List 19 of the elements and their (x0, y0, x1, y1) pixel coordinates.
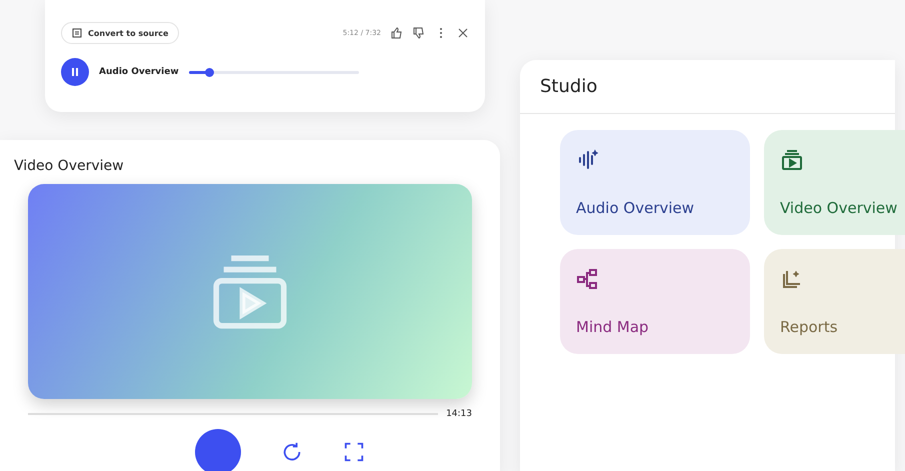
play-button[interactable] (195, 429, 241, 471)
thumbs-up-icon[interactable] (391, 27, 403, 39)
close-icon[interactable] (457, 27, 469, 39)
thumbs-down-icon[interactable] (413, 27, 425, 39)
studio-tile[interactable]: Reports (764, 249, 905, 354)
audio-title: Audio Overview (99, 67, 179, 77)
studio-tile[interactable]: Video Overview (764, 130, 905, 235)
pause-button[interactable] (61, 58, 89, 86)
studio-tile[interactable]: Mind Map (560, 249, 750, 354)
document-icon (72, 28, 82, 38)
pause-icon (70, 67, 80, 77)
fullscreen-icon[interactable] (343, 441, 365, 463)
panel-title: Studio (520, 60, 895, 114)
slider-thumb[interactable] (205, 68, 214, 76)
video-duration: 14:13 (446, 409, 472, 419)
convert-to-source-button[interactable]: Convert to source (61, 22, 180, 44)
video-thumbnail[interactable] (28, 184, 472, 399)
panel-title: Video Overview (14, 158, 125, 174)
studio-tile[interactable]: Audio Overview (560, 130, 750, 235)
